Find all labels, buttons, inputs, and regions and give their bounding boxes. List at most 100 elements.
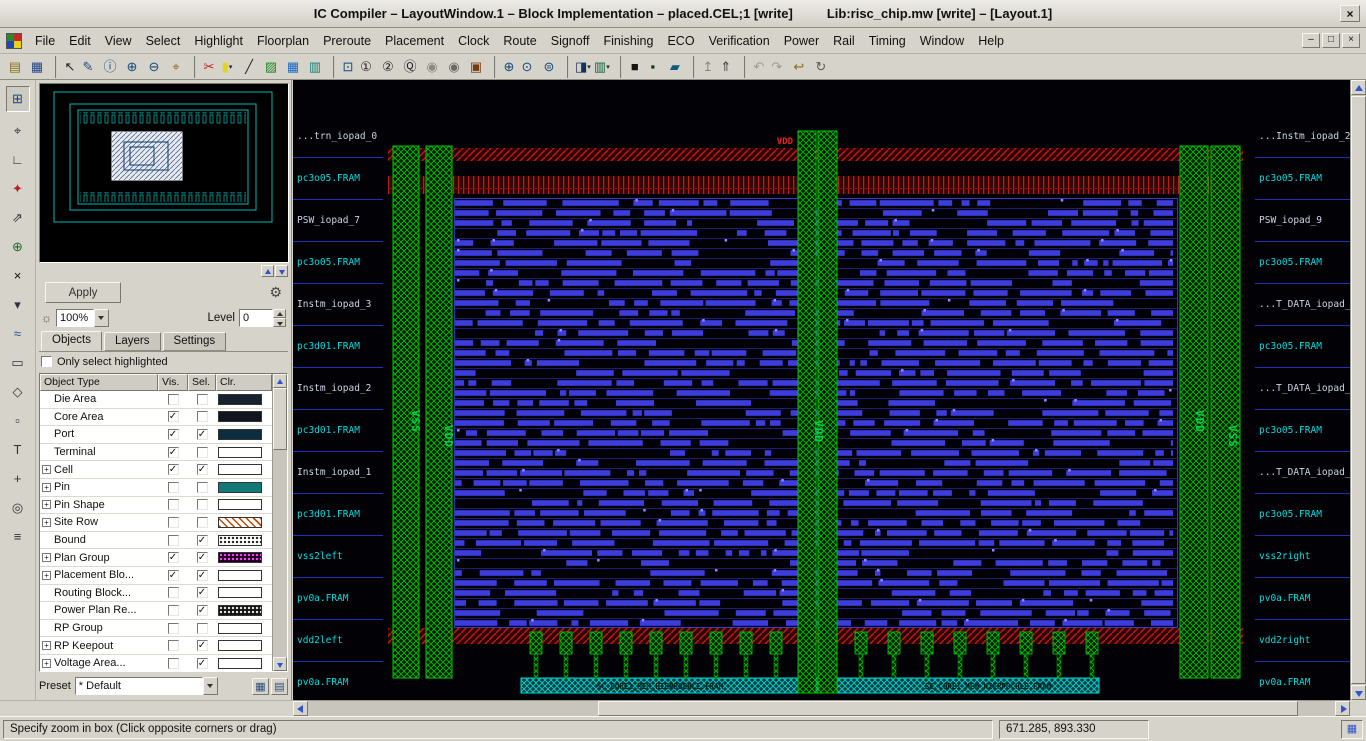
row-terminal[interactable]: Terminal ✓ xyxy=(40,444,272,462)
ruler-icon[interactable]: ∟ xyxy=(6,149,30,170)
save-icon[interactable]: ▦ xyxy=(26,56,48,78)
zoom-fit-icon[interactable]: ⊙ xyxy=(516,56,538,78)
expand-toggle-icon[interactable]: + xyxy=(42,500,51,509)
select-checkbox[interactable] xyxy=(197,482,208,493)
instance-label[interactable]: pc3d01.FRAM xyxy=(293,410,383,452)
instance-label[interactable]: Instm_iopad_2 xyxy=(293,368,383,410)
expand-toggle-icon[interactable]: + xyxy=(42,465,51,474)
scroll-thumb[interactable] xyxy=(273,388,287,450)
view-prev-icon[interactable]: ◉ xyxy=(421,56,443,78)
chevron-down-icon[interactable] xyxy=(94,309,109,327)
scroll-thumb[interactable] xyxy=(598,701,1298,716)
scroll-thumb[interactable] xyxy=(1351,96,1366,684)
fill-toggle-icon[interactable]: ■ xyxy=(620,56,642,78)
undo-icon[interactable]: ↶ xyxy=(744,56,766,78)
menu-clock[interactable]: Clock xyxy=(451,31,496,51)
visibility-checkbox[interactable] xyxy=(168,605,179,616)
view-options-icon[interactable]: ◨▾ xyxy=(567,56,591,78)
minimize-button[interactable]: – xyxy=(1302,33,1320,48)
column-header-visible[interactable]: Vis. xyxy=(158,374,188,391)
visibility-checkbox[interactable] xyxy=(168,499,179,510)
instance-label[interactable]: pc3o05.FRAM xyxy=(1255,494,1350,536)
zoom-in-icon[interactable]: ⊕ xyxy=(121,56,143,78)
open-icon[interactable]: ▤ xyxy=(4,56,26,78)
marker-icon[interactable]: ✦ xyxy=(6,178,30,199)
select-checkbox[interactable] xyxy=(197,499,208,510)
map-options-icon[interactable]: ▥▾ xyxy=(591,56,613,78)
menu-placement[interactable]: Placement xyxy=(378,31,451,51)
color-swatch[interactable] xyxy=(218,570,262,581)
rect-icon[interactable]: ▭ xyxy=(6,352,30,373)
back-arrow-icon[interactable]: ↩ xyxy=(788,56,810,78)
instance-label[interactable]: pc3o05.FRAM xyxy=(1255,410,1350,452)
zoom-1x-icon[interactable]: ① xyxy=(355,56,377,78)
instance-label[interactable]: pv0a.FRAM xyxy=(1255,662,1350,700)
spinner-down-icon[interactable] xyxy=(273,318,286,327)
color-swatch[interactable] xyxy=(218,535,262,546)
highlight-view-icon[interactable]: ▣ xyxy=(465,56,487,78)
outline-toggle-icon[interactable]: ▪ xyxy=(642,56,664,78)
text-icon[interactable]: T xyxy=(6,439,30,460)
row-bound[interactable]: Bound ✓ xyxy=(40,532,272,550)
menu-window[interactable]: Window xyxy=(913,31,971,51)
probe-icon[interactable]: ◎ xyxy=(6,497,30,518)
overview-scroll-up-icon[interactable] xyxy=(261,265,274,277)
zoom-2x-icon[interactable]: ② xyxy=(377,56,399,78)
layout-canvas[interactable]: VSS VDD VDD VDD VSS VDD SC_CORE1_MEM_HIE… xyxy=(293,80,1350,700)
pin-top-icon[interactable]: ⇑ xyxy=(715,56,737,78)
instance-label[interactable]: pv0a.FRAM xyxy=(293,662,383,700)
zoom-select[interactable]: 100% xyxy=(56,309,109,327)
select-checkbox[interactable]: ✓ xyxy=(197,587,208,598)
reload-icon[interactable]: ↻ xyxy=(810,56,832,78)
zoom-box-icon[interactable]: ⊡ xyxy=(333,56,355,78)
instance-label[interactable]: ...T_DATA_iopad_3 xyxy=(1255,284,1350,326)
view-next-icon[interactable]: ◉ xyxy=(443,56,465,78)
menu-arrow-icon[interactable]: ▾ xyxy=(6,294,30,315)
select-icon[interactable]: ↖ xyxy=(55,56,77,78)
h-scrollbar[interactable] xyxy=(293,700,1350,716)
instance-label[interactable]: ...Instm_iopad_2 xyxy=(1255,116,1350,158)
color-swatch[interactable] xyxy=(218,447,262,458)
column-header-color[interactable]: Clr. xyxy=(216,374,272,391)
visibility-checkbox[interactable]: ✓ xyxy=(168,447,179,458)
brightness-icon[interactable]: ☼ xyxy=(41,311,52,325)
expand-toggle-icon[interactable]: + xyxy=(42,483,51,492)
row-placement-blockage[interactable]: + Placement Blo... ✓ ✓ xyxy=(40,567,272,585)
gear-icon[interactable]: ⚙ xyxy=(269,284,282,301)
visibility-checkbox[interactable] xyxy=(168,482,179,493)
instance-label[interactable]: pc3d01.FRAM xyxy=(293,326,383,368)
chevron-down-icon[interactable] xyxy=(203,677,218,695)
instance-label[interactable]: pc3d01.FRAM xyxy=(293,494,383,536)
instance-label[interactable]: Instm_iopad_1 xyxy=(293,452,383,494)
status-window-icon[interactable]: ▦ xyxy=(1341,720,1363,739)
zoom-area-icon[interactable]: ⊞ xyxy=(6,86,30,112)
fill-style-icon[interactable]: ▨ xyxy=(260,56,282,78)
add-object-icon[interactable]: ⊕ xyxy=(6,236,30,257)
v-scrollbar[interactable] xyxy=(1350,80,1366,700)
pan-view-icon[interactable]: ⌖ xyxy=(6,120,30,141)
select-checkbox[interactable]: ✓ xyxy=(197,429,208,440)
list-icon[interactable]: ≡ xyxy=(6,526,30,547)
visibility-checkbox[interactable] xyxy=(168,394,179,405)
row-core-area[interactable]: Core Area ✓ xyxy=(40,409,272,427)
color-swatch[interactable] xyxy=(218,640,262,651)
layer-grid-icon[interactable]: ▦ xyxy=(282,56,304,78)
cut-icon[interactable]: ✂ xyxy=(194,56,216,78)
menu-finishing[interactable]: Finishing xyxy=(596,31,660,51)
instance-label[interactable]: PSW_iopad_7 xyxy=(293,200,383,242)
row-rp-keepout[interactable]: + RP Keepout ✓ xyxy=(40,637,272,655)
row-plan-group[interactable]: + Plan Group ✓ ✓ xyxy=(40,549,272,567)
scroll-left-icon[interactable] xyxy=(293,701,308,716)
row-voltage-area[interactable]: + Voltage Area... ✓ xyxy=(40,655,272,671)
color-swatch[interactable] xyxy=(218,587,262,598)
select-checkbox[interactable]: ✓ xyxy=(197,552,208,563)
row-power-plan-region[interactable]: Power Plan Re... ✓ xyxy=(40,602,272,620)
instance-label[interactable]: pv0a.FRAM xyxy=(293,578,383,620)
overview-map[interactable] xyxy=(39,83,289,263)
menu-eco[interactable]: ECO xyxy=(660,31,701,51)
visibility-checkbox[interactable]: ✓ xyxy=(168,570,179,581)
color-swatch[interactable] xyxy=(218,658,262,669)
route-up-icon[interactable]: ↥ xyxy=(693,56,715,78)
row-site-row[interactable]: + Site Row xyxy=(40,514,272,532)
tab-settings[interactable]: Settings xyxy=(163,332,227,351)
